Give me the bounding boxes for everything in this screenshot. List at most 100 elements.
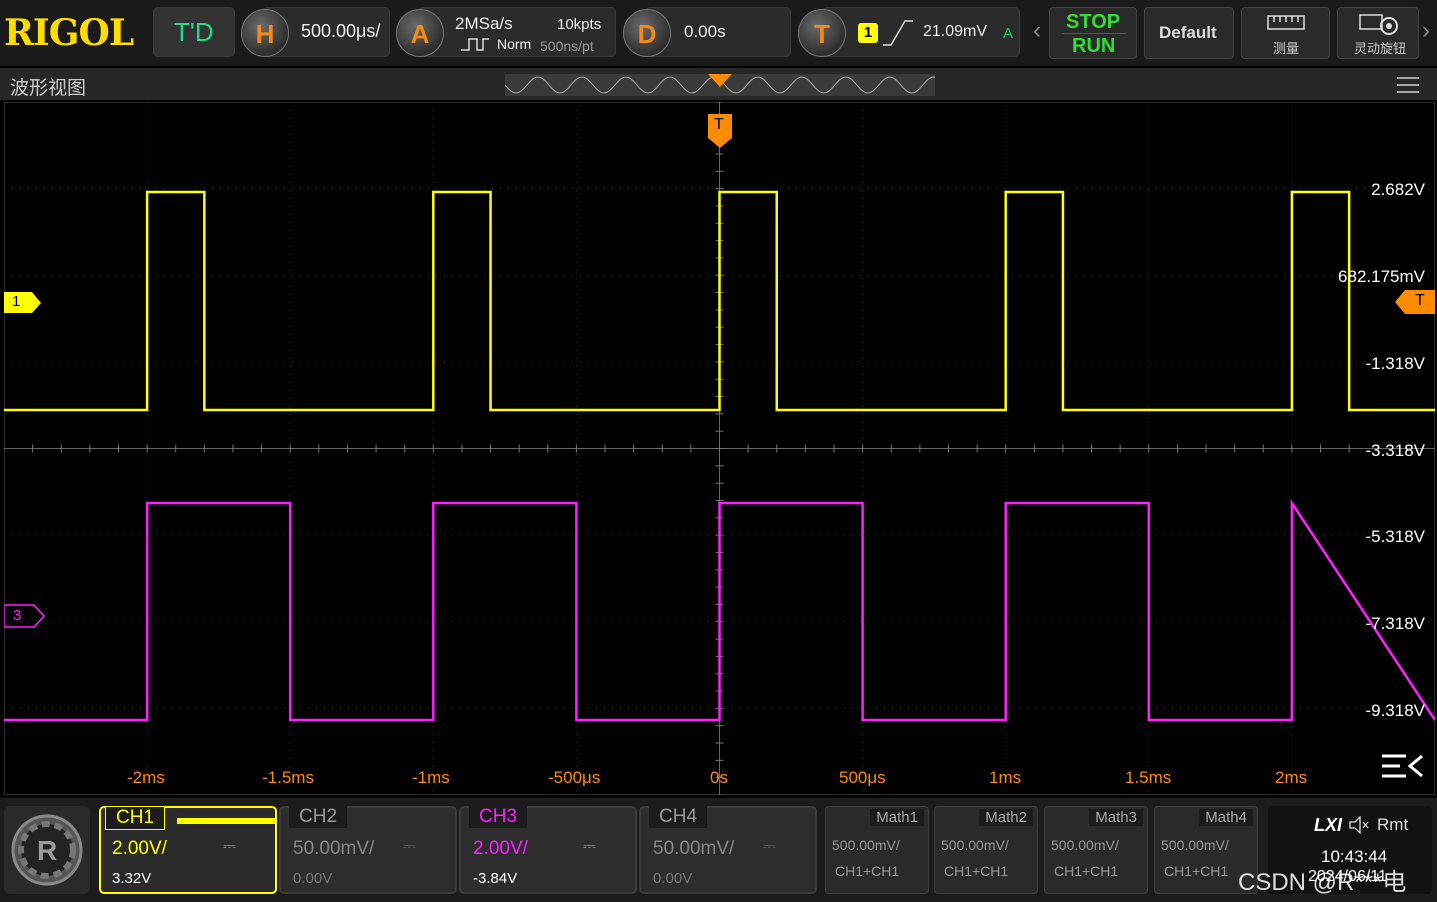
default-label: Default [1159, 23, 1217, 42]
math2-expr: CH1+CH1 [944, 863, 1009, 879]
x-label-6: 1ms [989, 768, 1022, 787]
math2-tab: Math2 [979, 809, 1033, 826]
ruler-icon [1267, 15, 1305, 30]
td-button[interactable]: T'D [153, 7, 235, 57]
trigger-time-label: T [714, 116, 724, 133]
math3-panel[interactable]: Math3 500.00mV/ CH1+CH1 [1044, 806, 1148, 894]
trigger-source-badge: 1 [858, 23, 878, 43]
ch1-offset: 3.32V [112, 870, 152, 887]
divider [1062, 33, 1126, 34]
top-toolbar: RIGOL T'D 500.00μs/ H 2MSa/s 10kpts Norm… [0, 0, 1437, 66]
horizontal-button[interactable]: H [241, 9, 289, 57]
math3-tab: Math3 [1089, 809, 1143, 826]
dc-coupling-icon: ⎓ [583, 838, 596, 855]
acquire-button[interactable]: A [396, 9, 444, 57]
td-label: T'D [174, 17, 214, 47]
waveform-canvas [4, 102, 1435, 795]
y-label-6: -9.318V [1365, 701, 1425, 720]
remote-indicator: Rmt [1377, 815, 1409, 834]
x-label-1: -1.5ms [262, 768, 314, 787]
ch1-scale: 2.00V/ [112, 838, 167, 859]
math3-expr: CH1+CH1 [1054, 863, 1119, 879]
delay-value: 0.00s [684, 22, 726, 41]
rigol-logo: RIGOL [4, 12, 134, 54]
dc-coupling-icon: ⎓ [763, 838, 776, 855]
x-label-0: -2ms [127, 768, 165, 787]
dc-coupling-icon: ⎓ [403, 838, 416, 855]
x-label-2: -1ms [412, 768, 450, 787]
ch1-waveform [4, 190, 1435, 412]
ch3-panel[interactable]: CH3 2.00V/ ⎓ -3.84V [459, 806, 637, 894]
trigger-time-marker[interactable]: T [708, 114, 732, 153]
ch1-panel[interactable]: CH1 2.00V/ ⎓ 3.32V [99, 806, 277, 894]
ch4-offset: 0.00V [653, 870, 693, 887]
sample-rate: 2MSa/s [455, 14, 513, 33]
x-label-3: -500μs [548, 768, 601, 787]
waveform-display[interactable]: 1 3 T T 2.682V 682.175mV -1.318V -3.318V… [3, 102, 1435, 795]
y-label-0: 2.682V [1371, 180, 1425, 199]
csdn-watermark: CSDN @R***电 [1238, 869, 1407, 896]
y-label-5: -7.318V [1365, 614, 1425, 633]
view-title: 波形视图 [10, 78, 87, 99]
ch1-tab: CH1 [105, 806, 166, 830]
y-label-1: 682.175mV [1338, 267, 1425, 286]
ch2-offset: 0.00V [293, 870, 333, 887]
math2-scale: 500.00mV/ [941, 837, 1009, 853]
math1-panel[interactable]: Math1 500.00mV/ CH1+CH1 [825, 806, 929, 894]
menu-icon[interactable] [1397, 77, 1419, 93]
svg-text:R: R [37, 835, 57, 866]
math4-scale: 500.00mV/ [1161, 837, 1229, 853]
ch1-position-marker[interactable]: 1 [4, 292, 42, 319]
smart-knob-button[interactable]: 灵动旋钮 [1337, 7, 1419, 59]
y-label-3: -3.318V [1365, 441, 1425, 460]
math4-expr: CH1+CH1 [1164, 863, 1229, 879]
run-stop-button[interactable]: STOP RUN [1049, 7, 1137, 59]
ch3-tab: CH3 [469, 806, 528, 828]
ch1-marker-label: 1 [12, 293, 21, 310]
acquire-mode: Norm [497, 36, 532, 52]
ch1-active-bar [177, 818, 275, 824]
collapse-menu-icon[interactable] [1380, 752, 1424, 782]
trigger-mode: A [1003, 25, 1014, 42]
trigger-button[interactable]: T [798, 9, 846, 57]
delay-button[interactable]: D [623, 9, 671, 57]
y-label-2: -1.318V [1365, 354, 1425, 373]
measure-label: 测量 [1273, 41, 1300, 56]
ch2-scale: 50.00mV/ [293, 838, 375, 859]
trigger-level-marker[interactable]: T [1395, 290, 1435, 319]
x-label-7: 1.5ms [1125, 768, 1172, 787]
rising-edge-icon [883, 20, 913, 46]
y-label-4: -5.318V [1365, 527, 1425, 546]
math2-panel[interactable]: Math2 500.00mV/ CH1+CH1 [934, 806, 1038, 894]
ch2-panel[interactable]: CH2 50.00mV/ ⎓ 0.00V [279, 806, 457, 894]
sample-interval: 500ns/pt [540, 38, 594, 54]
math3-scale: 500.00mV/ [1051, 837, 1119, 853]
mute-icon[interactable] [1348, 816, 1370, 834]
knob-label: 灵动旋钮 [1354, 41, 1407, 56]
home-button[interactable]: R [4, 806, 90, 894]
lxi-icon: LXI [1314, 815, 1343, 835]
chevron-left-icon[interactable]: ‹ [1033, 17, 1041, 45]
chevron-right-icon[interactable]: › [1422, 17, 1430, 45]
dc-coupling-icon: ⎓ [223, 838, 236, 855]
math4-tab: Math4 [1199, 809, 1253, 826]
waveform-view-titlebar: 波形视图 [0, 68, 1437, 100]
ch3-scale: 2.00V/ [473, 838, 528, 859]
run-label: RUN [1072, 35, 1116, 57]
trigger-position-marker [708, 74, 732, 87]
ch4-panel[interactable]: CH4 50.00mV/ ⎓ 0.00V [639, 806, 817, 894]
trigger-panel[interactable]: 1 21.09mV A [822, 7, 1020, 57]
ch4-tab: CH4 [649, 806, 708, 828]
acquire-panel[interactable]: 2MSa/s 10kpts Norm 500ns/pt [418, 7, 616, 57]
math1-tab: Math1 [870, 809, 924, 826]
stop-label: STOP [1066, 11, 1121, 33]
ch3-position-marker[interactable]: 3 [3, 604, 46, 633]
memory-depth: 10kpts [557, 16, 602, 33]
trigger-level-label: T [1415, 292, 1425, 309]
x-label-5: 500μs [839, 768, 886, 787]
default-button[interactable]: Default [1144, 7, 1234, 59]
ch2-tab: CH2 [289, 806, 348, 828]
x-label-8: 2ms [1275, 768, 1308, 787]
gear-logo-icon: R [11, 814, 83, 886]
measure-button[interactable]: 测量 [1241, 7, 1330, 59]
